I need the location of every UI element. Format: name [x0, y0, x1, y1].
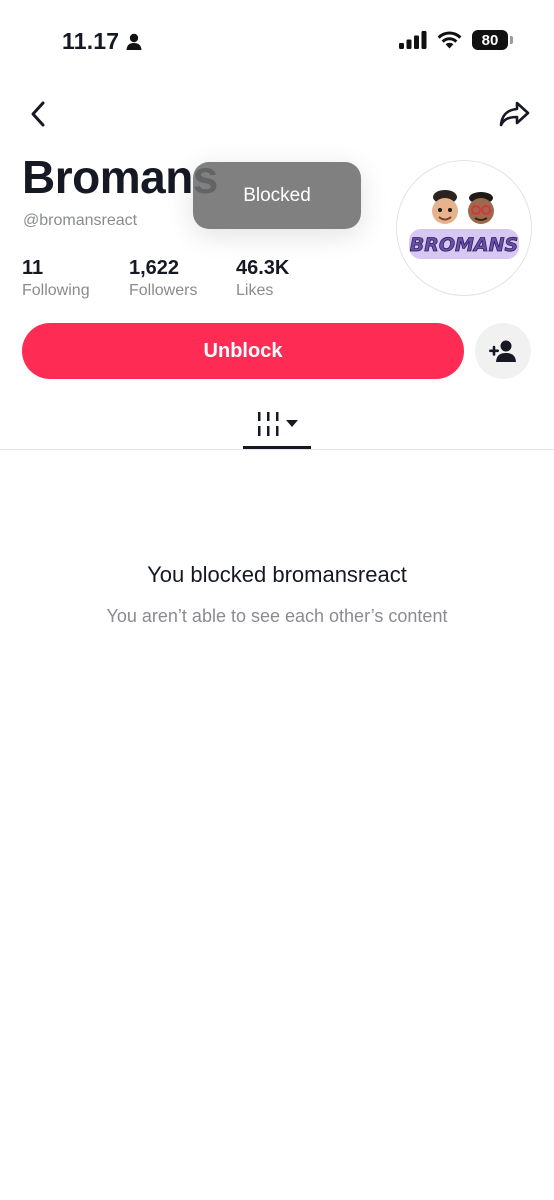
stat-followers[interactable]: 1,622 Followers	[129, 256, 197, 302]
tab-videos-grid[interactable]	[243, 400, 311, 448]
add-friend-button[interactable]	[475, 323, 531, 379]
unblock-button-label: Unblock	[203, 339, 283, 362]
status-indicators: 80	[399, 30, 513, 50]
profile-username: @bromansreact	[23, 212, 138, 229]
stat-followers-value: 1,622	[129, 257, 180, 279]
stat-following-label: Following	[22, 282, 90, 299]
svg-text:BROMANS: BROMANS	[410, 234, 518, 256]
battery-indicator: 80	[472, 30, 513, 50]
share-arrow-icon	[499, 101, 530, 127]
back-button[interactable]	[22, 98, 54, 130]
stat-likes-label: Likes	[236, 282, 274, 299]
battery-level: 80	[481, 31, 499, 49]
toast-message: Blocked	[243, 184, 311, 206]
profile-display-name: Bromans	[22, 151, 218, 203]
status-time: 11.17	[62, 28, 142, 55]
wifi-icon	[437, 31, 462, 49]
tab-divider	[0, 449, 554, 450]
profile-avatar[interactable]: BROMANS	[396, 160, 532, 296]
status-time-text: 11.17	[62, 28, 120, 54]
stat-followers-label: Followers	[129, 282, 198, 299]
person-icon	[126, 33, 142, 50]
avatar-logo-image: BROMANS	[409, 190, 519, 259]
stat-following-value: 11	[22, 257, 44, 279]
stat-likes[interactable]: 46.3K Likes	[236, 256, 289, 302]
stat-following[interactable]: 11 Following	[22, 256, 90, 302]
stat-likes-value: 46.3K	[236, 257, 290, 279]
chevron-left-icon	[31, 101, 45, 127]
grid-lines-icon	[258, 412, 279, 436]
blocked-toast: Blocked	[193, 162, 361, 229]
cellular-signal-icon	[399, 31, 427, 49]
empty-state-title: You blocked bromansreact	[147, 562, 407, 587]
share-button[interactable]	[498, 98, 532, 130]
unblock-button[interactable]: Unblock	[22, 323, 464, 379]
add-person-icon	[489, 340, 516, 362]
caret-down-icon	[286, 420, 298, 427]
empty-state-subtitle: You aren’t able to see each other’s cont…	[106, 606, 448, 626]
